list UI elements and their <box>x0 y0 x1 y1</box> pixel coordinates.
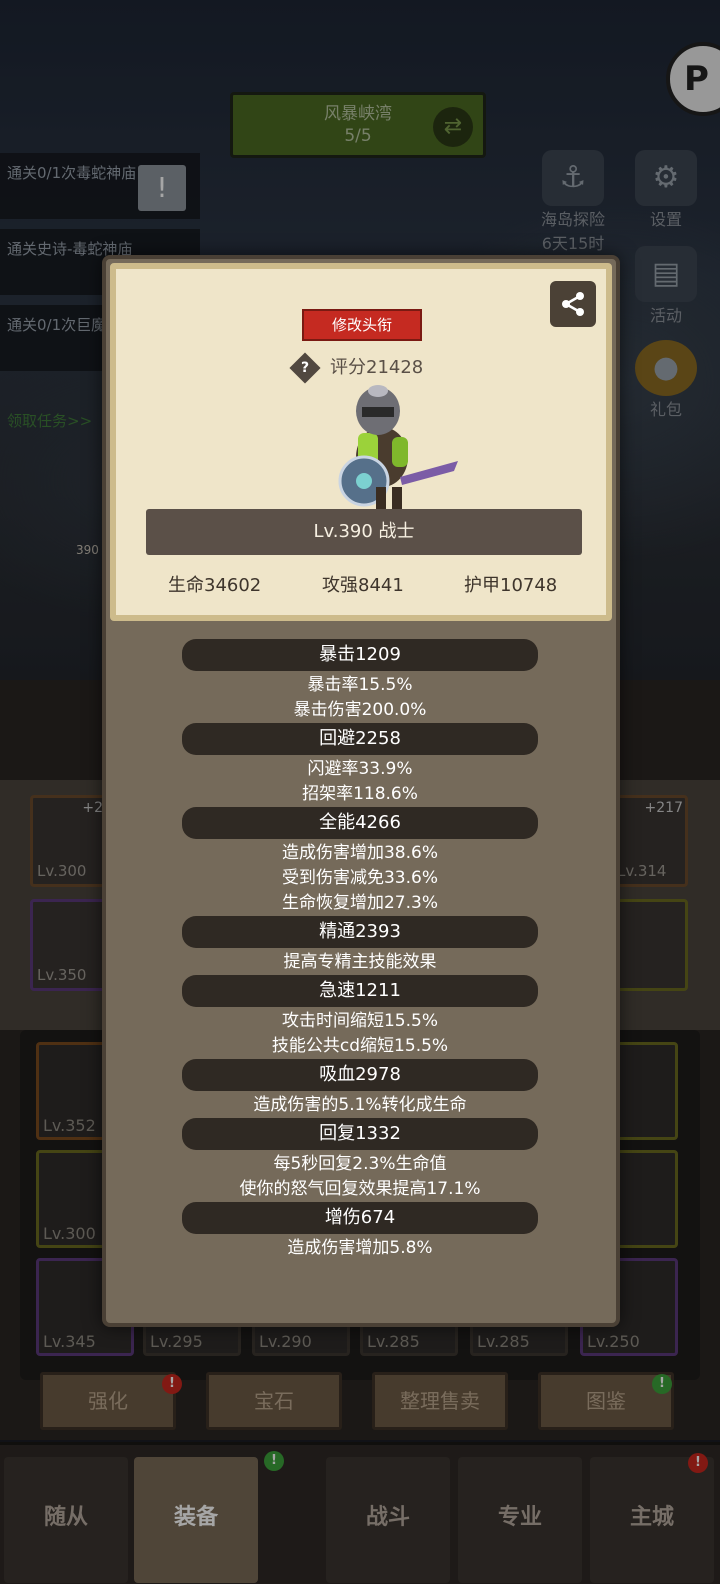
edit-title-button[interactable]: 修改头衔 <box>302 309 422 341</box>
stat-group-title: 精通2393 <box>182 916 538 948</box>
stat-line: 招架率118.6% <box>302 784 418 804</box>
help-mark: ? <box>300 360 310 376</box>
attack-power-stat: 攻强8441 <box>322 575 404 596</box>
stat-line: 暴击率15.5% <box>307 675 413 695</box>
stat-line: 使你的怒气回复效果提高17.1% <box>239 1179 481 1199</box>
stat-line: 生命恢复增加27.3% <box>281 893 438 913</box>
secondary-stats-list: 暴击1209 暴击率15.5% 暴击伤害200.0% 回避2258 闪避率33.… <box>182 639 538 1261</box>
stat-line: 闪避率33.9% <box>307 759 413 779</box>
stat-group-crit: 暴击1209 暴击率15.5% 暴击伤害200.0% <box>182 639 538 723</box>
help-icon[interactable]: ? <box>289 352 321 384</box>
stat-group-lifesteal: 吸血2978 造成伤害的5.1%转化成生命 <box>182 1059 538 1118</box>
stat-group-mastery: 精通2393 提高专精主技能效果 <box>182 916 538 975</box>
warrior-character-sprite <box>338 385 458 509</box>
stat-group-versatility: 全能4266 造成伤害增加38.6% 受到伤害减免33.6% 生命恢复增加27.… <box>182 807 538 916</box>
stat-group-title: 急速1211 <box>182 975 538 1007</box>
level-class-bar: Lv.390 战士 <box>146 509 582 555</box>
stat-group-avoidance: 回避2258 闪避率33.9% 招架率118.6% <box>182 723 538 807</box>
stat-line: 造成伤害增加5.8% <box>287 1238 433 1258</box>
stat-group-title: 吸血2978 <box>182 1059 538 1091</box>
character-card: 修改头衔 ? 评分21428 Lv.390 战士 生命34602 攻强8441 护… <box>110 263 612 621</box>
stat-group-regen: 回复1332 每5秒回复2.3%生命值 使你的怒气回复效果提高17.1% <box>182 1118 538 1202</box>
armor-stat: 护甲10748 <box>464 575 558 596</box>
character-stats-modal: 修改头衔 ? 评分21428 Lv.390 战士 生命34602 攻强8441 护… <box>102 255 620 1327</box>
stat-group-title: 增伤674 <box>182 1202 538 1234</box>
stat-group-title: 回复1332 <box>182 1118 538 1150</box>
score-row: ? 评分21428 <box>289 352 424 384</box>
stat-group-title: 全能4266 <box>182 807 538 839</box>
stat-group-title: 暴击1209 <box>182 639 538 671</box>
share-icon[interactable] <box>550 281 596 327</box>
stat-line: 攻击时间缩短15.5% <box>281 1011 438 1031</box>
stat-group-title: 回避2258 <box>182 723 538 755</box>
stat-group-haste: 急速1211 攻击时间缩短15.5% 技能公共cd缩短15.5% <box>182 975 538 1059</box>
stat-line: 受到伤害减免33.6% <box>281 868 438 888</box>
stat-line: 造成伤害增加38.6% <box>281 843 438 863</box>
stat-line: 技能公共cd缩短15.5% <box>271 1036 449 1056</box>
score-value: 评分21428 <box>330 357 424 378</box>
stat-line: 暴击伤害200.0% <box>293 700 427 720</box>
stat-group-damage-bonus: 增伤674 造成伤害增加5.8% <box>182 1202 538 1261</box>
stat-line: 每5秒回复2.3%生命值 <box>273 1154 447 1174</box>
stat-line: 提高专精主技能效果 <box>283 952 437 972</box>
stat-line: 造成伤害的5.1%转化成生命 <box>253 1095 467 1115</box>
hp-stat: 生命34602 <box>168 575 262 596</box>
